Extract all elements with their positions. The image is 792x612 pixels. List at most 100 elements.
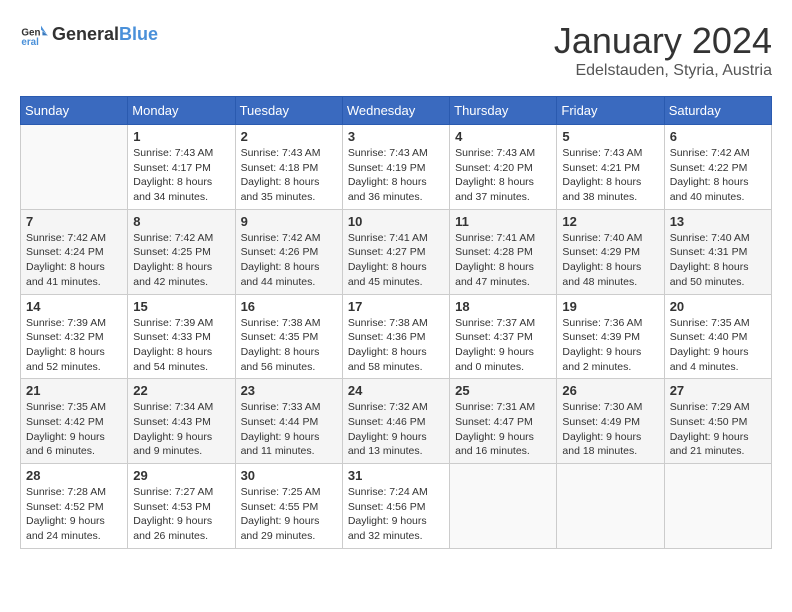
cell-content: Sunrise: 7:43 AM Sunset: 4:17 PM Dayligh…	[133, 146, 229, 205]
calendar-cell: 11 Sunrise: 7:41 AM Sunset: 4:28 PM Dayli…	[450, 209, 557, 294]
cell-content: Sunrise: 7:38 AM Sunset: 4:36 PM Dayligh…	[348, 316, 444, 375]
calendar-cell: 20 Sunrise: 7:35 AM Sunset: 4:40 PM Dayli…	[664, 294, 771, 379]
cell-content: Sunrise: 7:27 AM Sunset: 4:53 PM Dayligh…	[133, 485, 229, 544]
calendar-cell: 26 Sunrise: 7:30 AM Sunset: 4:49 PM Dayli…	[557, 379, 664, 464]
cell-content: Sunrise: 7:25 AM Sunset: 4:55 PM Dayligh…	[241, 485, 337, 544]
cell-content: Sunrise: 7:41 AM Sunset: 4:28 PM Dayligh…	[455, 231, 551, 290]
day-number: 29	[133, 468, 229, 483]
day-number: 26	[562, 383, 658, 398]
day-number: 24	[348, 383, 444, 398]
calendar-week-row: 14 Sunrise: 7:39 AM Sunset: 4:32 PM Dayli…	[21, 294, 772, 379]
day-number: 6	[670, 129, 766, 144]
calendar-cell	[450, 464, 557, 549]
calendar-cell: 13 Sunrise: 7:40 AM Sunset: 4:31 PM Dayli…	[664, 209, 771, 294]
day-number: 1	[133, 129, 229, 144]
cell-content: Sunrise: 7:35 AM Sunset: 4:42 PM Dayligh…	[26, 400, 122, 459]
day-number: 16	[241, 299, 337, 314]
calendar-cell: 7 Sunrise: 7:42 AM Sunset: 4:24 PM Daylig…	[21, 209, 128, 294]
day-number: 12	[562, 214, 658, 229]
logo-icon: Gen eral	[20, 20, 48, 48]
calendar-cell: 25 Sunrise: 7:31 AM Sunset: 4:47 PM Dayli…	[450, 379, 557, 464]
cell-content: Sunrise: 7:43 AM Sunset: 4:19 PM Dayligh…	[348, 146, 444, 205]
calendar-cell	[664, 464, 771, 549]
weekday-header-tuesday: Tuesday	[235, 97, 342, 125]
day-number: 20	[670, 299, 766, 314]
calendar-cell	[21, 125, 128, 210]
weekday-header-sunday: Sunday	[21, 97, 128, 125]
calendar-week-row: 28 Sunrise: 7:28 AM Sunset: 4:52 PM Dayli…	[21, 464, 772, 549]
day-number: 15	[133, 299, 229, 314]
calendar-cell: 5 Sunrise: 7:43 AM Sunset: 4:21 PM Daylig…	[557, 125, 664, 210]
cell-content: Sunrise: 7:43 AM Sunset: 4:21 PM Dayligh…	[562, 146, 658, 205]
cell-content: Sunrise: 7:43 AM Sunset: 4:18 PM Dayligh…	[241, 146, 337, 205]
calendar-table: SundayMondayTuesdayWednesdayThursdayFrid…	[20, 96, 772, 549]
day-number: 25	[455, 383, 551, 398]
day-number: 10	[348, 214, 444, 229]
day-number: 27	[670, 383, 766, 398]
cell-content: Sunrise: 7:38 AM Sunset: 4:35 PM Dayligh…	[241, 316, 337, 375]
logo-text: GeneralBlue	[52, 24, 158, 45]
cell-content: Sunrise: 7:29 AM Sunset: 4:50 PM Dayligh…	[670, 400, 766, 459]
day-number: 4	[455, 129, 551, 144]
day-number: 13	[670, 214, 766, 229]
cell-content: Sunrise: 7:35 AM Sunset: 4:40 PM Dayligh…	[670, 316, 766, 375]
day-number: 28	[26, 468, 122, 483]
calendar-cell: 9 Sunrise: 7:42 AM Sunset: 4:26 PM Daylig…	[235, 209, 342, 294]
calendar-cell: 8Sunrise: 7:42 AM Sunset: 4:25 PM Daylig…	[128, 209, 235, 294]
weekday-header-thursday: Thursday	[450, 97, 557, 125]
calendar-cell: 6 Sunrise: 7:42 AM Sunset: 4:22 PM Daylig…	[664, 125, 771, 210]
cell-content: Sunrise: 7:42 AM Sunset: 4:24 PM Dayligh…	[26, 231, 122, 290]
cell-content: Sunrise: 7:31 AM Sunset: 4:47 PM Dayligh…	[455, 400, 551, 459]
day-number: 2	[241, 129, 337, 144]
calendar-cell: 12 Sunrise: 7:40 AM Sunset: 4:29 PM Dayli…	[557, 209, 664, 294]
cell-content: Sunrise: 7:39 AM Sunset: 4:32 PM Dayligh…	[26, 316, 122, 375]
day-number: 30	[241, 468, 337, 483]
cell-content: Sunrise: 7:43 AM Sunset: 4:20 PM Dayligh…	[455, 146, 551, 205]
day-number: 14	[26, 299, 122, 314]
logo: Gen eral GeneralBlue	[20, 20, 158, 48]
logo-blue: Blue	[119, 24, 158, 45]
calendar-cell: 18Sunrise: 7:37 AM Sunset: 4:37 PM Dayli…	[450, 294, 557, 379]
cell-content: Sunrise: 7:32 AM Sunset: 4:46 PM Dayligh…	[348, 400, 444, 459]
calendar-cell: 30 Sunrise: 7:25 AM Sunset: 4:55 PM Dayli…	[235, 464, 342, 549]
day-number: 23	[241, 383, 337, 398]
cell-content: Sunrise: 7:30 AM Sunset: 4:49 PM Dayligh…	[562, 400, 658, 459]
page-header: Gen eral GeneralBlue January 2024 Edelst…	[20, 20, 772, 80]
calendar-week-row: 7 Sunrise: 7:42 AM Sunset: 4:24 PM Daylig…	[21, 209, 772, 294]
calendar-week-row: 1 Sunrise: 7:43 AM Sunset: 4:17 PM Daylig…	[21, 125, 772, 210]
weekday-header-row: SundayMondayTuesdayWednesdayThursdayFrid…	[21, 97, 772, 125]
calendar-cell: 17 Sunrise: 7:38 AM Sunset: 4:36 PM Dayli…	[342, 294, 449, 379]
day-number: 22	[133, 383, 229, 398]
day-number: 17	[348, 299, 444, 314]
day-number: 11	[455, 214, 551, 229]
calendar-cell: 29 Sunrise: 7:27 AM Sunset: 4:53 PM Dayli…	[128, 464, 235, 549]
cell-content: Sunrise: 7:37 AM Sunset: 4:37 PM Dayligh…	[455, 316, 551, 375]
calendar-cell: 10 Sunrise: 7:41 AM Sunset: 4:27 PM Dayli…	[342, 209, 449, 294]
day-number: 9	[241, 214, 337, 229]
calendar-cell: 27 Sunrise: 7:29 AM Sunset: 4:50 PM Dayli…	[664, 379, 771, 464]
calendar-cell	[557, 464, 664, 549]
calendar-cell: 1 Sunrise: 7:43 AM Sunset: 4:17 PM Daylig…	[128, 125, 235, 210]
calendar-cell: 24 Sunrise: 7:32 AM Sunset: 4:46 PM Dayli…	[342, 379, 449, 464]
weekday-header-saturday: Saturday	[664, 97, 771, 125]
calendar-cell: 16 Sunrise: 7:38 AM Sunset: 4:35 PM Dayli…	[235, 294, 342, 379]
cell-content: Sunrise: 7:36 AM Sunset: 4:39 PM Dayligh…	[562, 316, 658, 375]
calendar-week-row: 21 Sunrise: 7:35 AM Sunset: 4:42 PM Dayli…	[21, 379, 772, 464]
cell-content: Sunrise: 7:41 AM Sunset: 4:27 PM Dayligh…	[348, 231, 444, 290]
weekday-header-monday: Monday	[128, 97, 235, 125]
day-number: 5	[562, 129, 658, 144]
calendar-cell: 22Sunrise: 7:34 AM Sunset: 4:43 PM Dayli…	[128, 379, 235, 464]
calendar-cell: 4 Sunrise: 7:43 AM Sunset: 4:20 PM Daylig…	[450, 125, 557, 210]
day-number: 7	[26, 214, 122, 229]
cell-content: Sunrise: 7:40 AM Sunset: 4:29 PM Dayligh…	[562, 231, 658, 290]
cell-content: Sunrise: 7:42 AM Sunset: 4:26 PM Dayligh…	[241, 231, 337, 290]
cell-content: Sunrise: 7:42 AM Sunset: 4:25 PM Dayligh…	[133, 231, 229, 290]
day-number: 31	[348, 468, 444, 483]
cell-content: Sunrise: 7:40 AM Sunset: 4:31 PM Dayligh…	[670, 231, 766, 290]
cell-content: Sunrise: 7:42 AM Sunset: 4:22 PM Dayligh…	[670, 146, 766, 205]
logo-general: General	[52, 24, 119, 45]
day-number: 21	[26, 383, 122, 398]
day-number: 19	[562, 299, 658, 314]
location-title: Edelstauden, Styria, Austria	[554, 62, 772, 80]
cell-content: Sunrise: 7:28 AM Sunset: 4:52 PM Dayligh…	[26, 485, 122, 544]
